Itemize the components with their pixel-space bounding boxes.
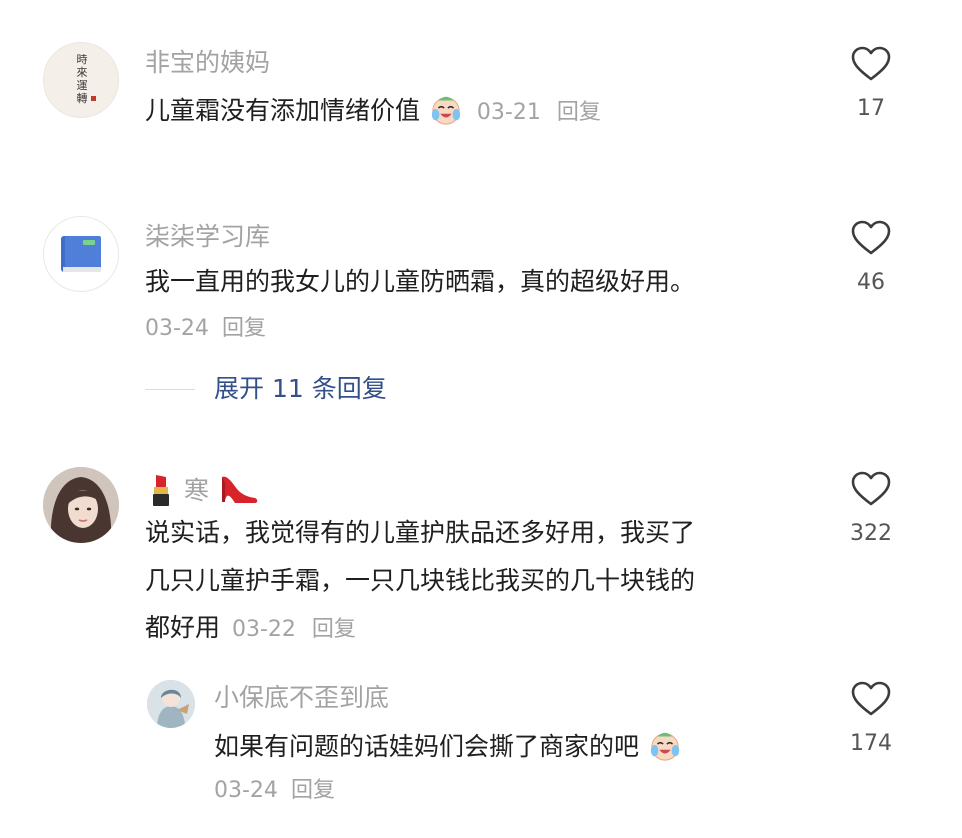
- comment-username-row: 寒: [148, 471, 259, 507]
- avatar-seal: [91, 96, 96, 101]
- comment-text-row: 如果有问题的话娃妈们会撕了商家的吧: [214, 728, 682, 763]
- avatar-calligraphy: 時 來 運 轉: [76, 53, 88, 105]
- like-count: 322: [850, 521, 892, 546]
- comment-username[interactable]: 寒: [184, 476, 209, 505]
- expand-divider: [145, 389, 195, 390]
- heart-icon[interactable]: [851, 220, 891, 256]
- reply-button[interactable]: 回复: [222, 316, 266, 341]
- high-heel-emoji: [221, 476, 258, 503]
- avatar[interactable]: [43, 216, 119, 292]
- comment-text-row: 儿童霜没有添加情绪价值 03-21 回复: [145, 92, 601, 129]
- comment-text-line: 说实话，我觉得有的儿童护肤品还多好用，我买了: [145, 518, 696, 547]
- heart-icon[interactable]: [851, 471, 891, 507]
- avatar[interactable]: 時 來 運 轉: [43, 42, 119, 118]
- comment-username[interactable]: 柒柒学习库: [145, 221, 270, 253]
- avatar[interactable]: [43, 467, 119, 543]
- comment-text: 我一直用的我女儿的儿童防晒霜，真的超级好用。: [145, 267, 696, 296]
- comment-meta: 03-24 回复: [145, 314, 266, 344]
- comment-text-line: 都好用: [145, 613, 221, 642]
- comment-text: 如果有问题的话娃妈们会撕了商家的吧: [214, 732, 640, 761]
- comment-username[interactable]: 小保底不歪到底: [214, 682, 389, 714]
- lipstick-emoji: [153, 475, 169, 506]
- like-count: 17: [857, 96, 885, 121]
- comment-date: 03-24: [214, 778, 278, 803]
- avatar-illustration: [147, 680, 195, 728]
- comment-username[interactable]: 非宝的姨妈: [145, 47, 270, 79]
- comment-date: 03-22: [231, 617, 296, 642]
- reply-button[interactable]: 回复: [312, 617, 356, 642]
- heart-icon[interactable]: [851, 46, 891, 82]
- comment-text-row: 都好用 03-22 回复: [145, 612, 356, 646]
- expand-replies-link[interactable]: 展开 11 条回复: [214, 373, 387, 405]
- avatar-photo: [43, 467, 119, 543]
- comment-date: 03-21: [476, 100, 541, 125]
- avatar[interactable]: [147, 680, 195, 728]
- crying-laughing-emoji: [429, 92, 463, 126]
- comment-text: 儿童霜没有添加情绪价值: [145, 96, 421, 125]
- comment-date: 03-24: [145, 316, 209, 341]
- heart-icon[interactable]: [851, 681, 891, 717]
- crying-laughing-emoji: [648, 728, 682, 762]
- reply-button[interactable]: 回复: [291, 778, 335, 803]
- like-count: 46: [857, 270, 885, 295]
- reply-button[interactable]: 回复: [557, 100, 601, 125]
- comment-meta: 03-24 回复: [214, 776, 335, 806]
- comment-text-line: 几只儿童护手霜，一只几块钱比我买的几十块钱的: [145, 566, 696, 595]
- like-count: 174: [850, 731, 892, 756]
- book-icon: [61, 236, 101, 272]
